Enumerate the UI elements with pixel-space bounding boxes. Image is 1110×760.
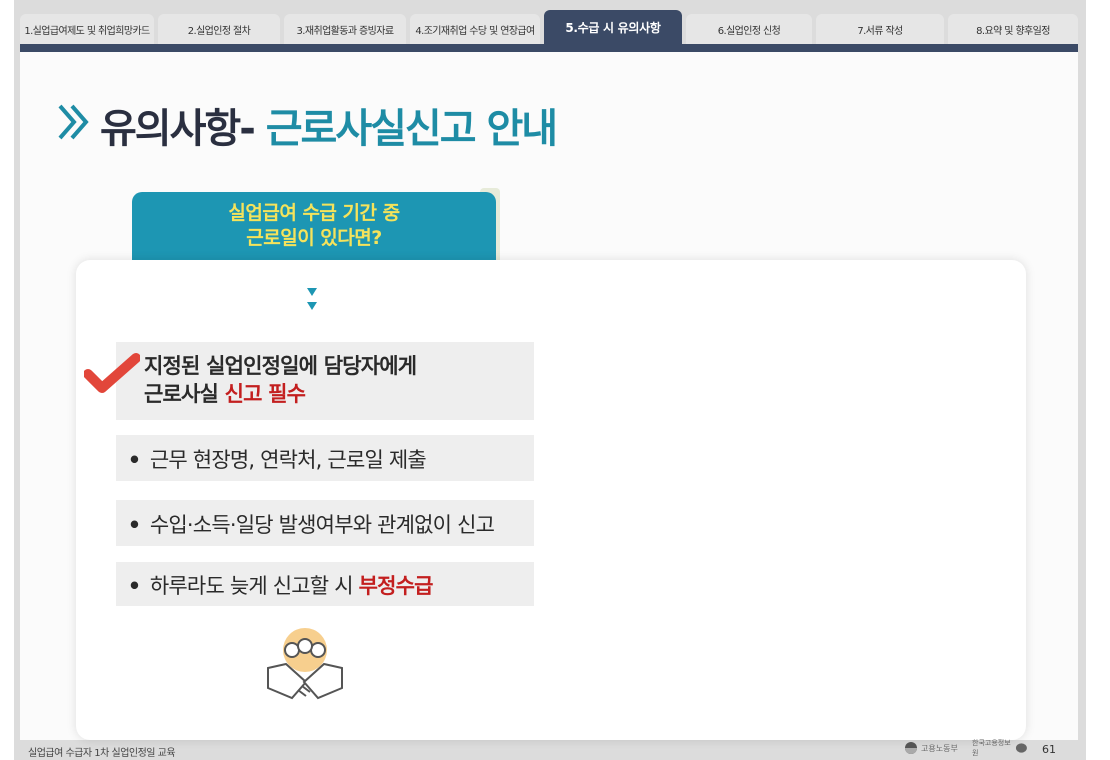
callout-line2: 근로일이 있다면?: [246, 227, 382, 249]
ministry-name: 고용노동부: [921, 743, 958, 753]
tab-bar: 1.실업급여제도 및 취업희망카드 2.실업인정 절차 3.재취업활동과 증빙자…: [20, 10, 1080, 44]
question-callout: 실업급여 수급 기간 중 근로일이 있다면?: [132, 192, 496, 262]
title-prefix: 유의사항-: [100, 106, 266, 152]
page-title: 유의사항- 근로사실신고 안내: [100, 96, 558, 154]
item1-highlight: 신고 필수: [224, 382, 306, 406]
list-item-late-report: • 하루라도 늦게 신고할 시 부정수급: [116, 562, 534, 606]
list-item-submit-info: • 근무 현장명, 연락처, 근로일 제출: [116, 435, 534, 481]
tab-3[interactable]: 3.재취업활동과 증빙자료: [284, 14, 406, 44]
footer-title: 실업급여 수급자 1차 실업인정일 교육: [28, 748, 176, 759]
tab-1[interactable]: 1.실업급여제도 및 취업희망카드: [20, 14, 154, 44]
tab-5[interactable]: 5.수급 시 유의사항: [544, 10, 682, 44]
bullet: •: [127, 574, 141, 598]
tab-underline: [20, 44, 1078, 52]
item1-line1: 지정된 실업인정일에 담당자에게: [144, 354, 417, 378]
title-accent: 근로사실신고 안내: [265, 106, 558, 152]
item3-text: 수입·소득·일당 발생여부와 관계없이 신고: [149, 513, 495, 537]
agency-name: 한국고용정보원: [972, 739, 1011, 757]
handshake-icon: [267, 628, 343, 700]
callout-line1: 실업급여 수급 기간 중: [228, 202, 400, 224]
down-arrows-icon: [307, 288, 317, 310]
tab-6[interactable]: 6.실업인정 신청: [686, 14, 812, 44]
item4-highlight: 부정수급: [358, 574, 434, 598]
list-item-report-required: 지정된 실업인정일에 담당자에게 근로사실 신고 필수: [116, 342, 534, 420]
double-chevron-icon: [58, 104, 89, 140]
tab-7[interactable]: 7.서류 작성: [816, 14, 944, 44]
page-number: 61: [1042, 743, 1056, 756]
tab-8[interactable]: 8.요약 및 향후일정: [948, 14, 1078, 44]
agency-logo: 한국고용정보원: [972, 739, 1028, 757]
item4-text: 하루라도 늦게 신고할 시: [149, 574, 359, 598]
ministry-emblem-icon: [905, 742, 917, 754]
list-item-income: • 수입·소득·일당 발생여부와 관계없이 신고: [116, 500, 534, 546]
item1-line2-text: 근로사실: [144, 382, 225, 406]
ministry-logo: 고용노동부: [904, 740, 964, 756]
tab-4[interactable]: 4.조기재취업 수당 및 연장급여: [410, 14, 540, 44]
item1-line2: 근로사실 신고 필수: [144, 380, 534, 408]
bullet: •: [127, 513, 141, 537]
bullet: •: [127, 448, 141, 472]
item2-text: 근무 현장명, 연락처, 근로일 제출: [149, 448, 427, 472]
agency-emblem-icon: [1016, 743, 1028, 753]
check-icon: [84, 353, 140, 393]
tab-2[interactable]: 2.실업인정 절차: [158, 14, 280, 44]
